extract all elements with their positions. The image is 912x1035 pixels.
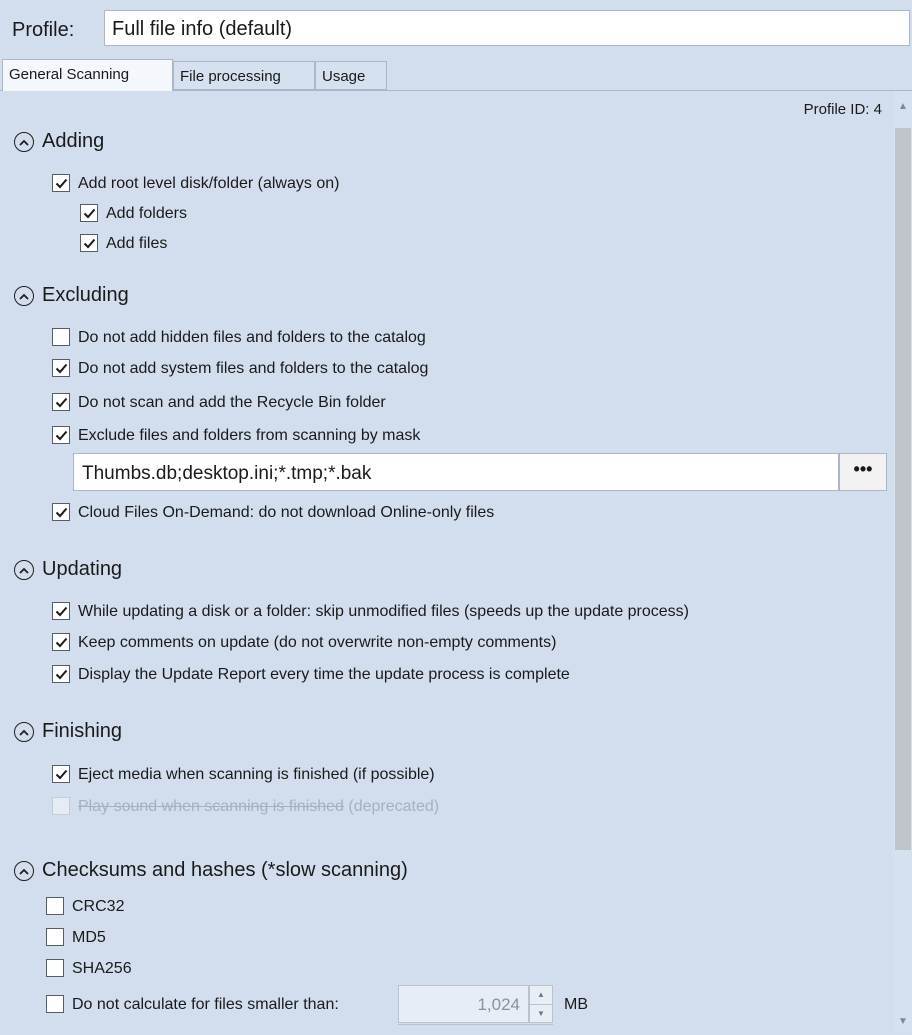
checkbox-min-size[interactable] [46,995,64,1013]
section-title-checksums: Checksums and hashes (*slow scanning) [42,859,408,881]
collapse-icon[interactable] [14,722,34,742]
option-label: Add folders [106,205,187,222]
checkbox-exclude-recycle-bin[interactable] [52,393,70,411]
collapse-icon[interactable] [14,861,34,881]
mask-browse-button[interactable]: ••• [839,453,887,491]
checkbox-update-report[interactable] [52,665,70,683]
checkbox-eject-media[interactable] [52,765,70,783]
checkbox-skip-unmodified[interactable] [52,602,70,620]
next-field-edge [398,1024,553,1035]
checkbox-add-files[interactable] [80,234,98,252]
scroll-down-icon[interactable]: ▼ [898,1016,908,1027]
tab-file-processing[interactable]: File processing [173,61,315,90]
option-label: MD5 [72,929,106,946]
section-title-excluding: Excluding [42,284,129,306]
option-label: Do not scan and add the Recycle Bin fold… [78,394,386,411]
exclude-mask-input[interactable]: Thumbs.db;desktop.ini;*.tmp;*.bak [73,453,839,491]
section-title-adding: Adding [42,130,105,152]
option-label: Do not add hidden files and folders to t… [78,329,426,346]
collapse-icon[interactable] [14,286,34,306]
checkbox-crc32[interactable] [46,897,64,915]
option-label: Add root level disk/folder (always on) [78,175,340,192]
option-label: Do not add system files and folders to t… [78,360,429,377]
checkbox-exclude-hidden[interactable] [52,328,70,346]
option-label: While updating a disk or a folder: skip … [78,603,690,620]
min-size-unit: MB [564,996,588,1013]
collapse-icon[interactable] [14,560,34,580]
checkbox-play-sound[interactable] [52,797,70,815]
deprecated-note: (deprecated) [348,798,440,815]
settings-panel [0,91,912,1032]
min-size-input[interactable]: 1,024 [398,985,529,1023]
section-title-updating: Updating [42,558,123,580]
profile-label: Profile: [12,19,75,41]
checkbox-md5[interactable] [46,928,64,946]
option-label: Cloud Files On-Demand: do not download O… [78,504,495,521]
checkbox-add-root[interactable] [52,174,70,192]
option-label: Exclude files and folders from scanning … [78,427,421,444]
option-label: Play sound when scanning is finished [78,798,344,815]
option-label: Display the Update Report every time the… [78,666,570,683]
checkbox-exclude-by-mask[interactable] [52,426,70,444]
collapse-icon[interactable] [14,132,34,152]
min-size-stepper[interactable]: ▲ ▼ [529,985,553,1023]
option-label: CRC32 [72,898,125,915]
option-label: Keep comments on update (do not overwrit… [78,634,557,651]
tab-general-scanning[interactable]: General Scanning [2,59,173,91]
profile-select[interactable]: Full file info (default) [104,10,910,46]
option-label: Add files [106,235,168,252]
stepper-up-icon[interactable]: ▲ [530,986,552,1005]
scrollbar-thumb[interactable] [895,128,911,850]
tab-usage[interactable]: Usage [315,61,387,90]
checkbox-keep-comments[interactable] [52,633,70,651]
option-label: SHA256 [72,960,132,977]
checkbox-cloud-files[interactable] [52,503,70,521]
stepper-down-icon[interactable]: ▼ [530,1005,552,1023]
option-label: Do not calculate for files smaller than: [72,996,339,1013]
checkbox-exclude-system[interactable] [52,359,70,377]
profile-id: Profile ID: 4 [803,101,882,118]
checkbox-add-folders[interactable] [80,204,98,222]
checkbox-sha256[interactable] [46,959,64,977]
option-label-deprecated: Play sound when scanning is finished (de… [78,798,439,816]
scroll-up-icon[interactable]: ▲ [898,101,908,112]
option-label: Eject media when scanning is finished (i… [78,766,435,783]
section-title-finishing: Finishing [42,720,123,742]
